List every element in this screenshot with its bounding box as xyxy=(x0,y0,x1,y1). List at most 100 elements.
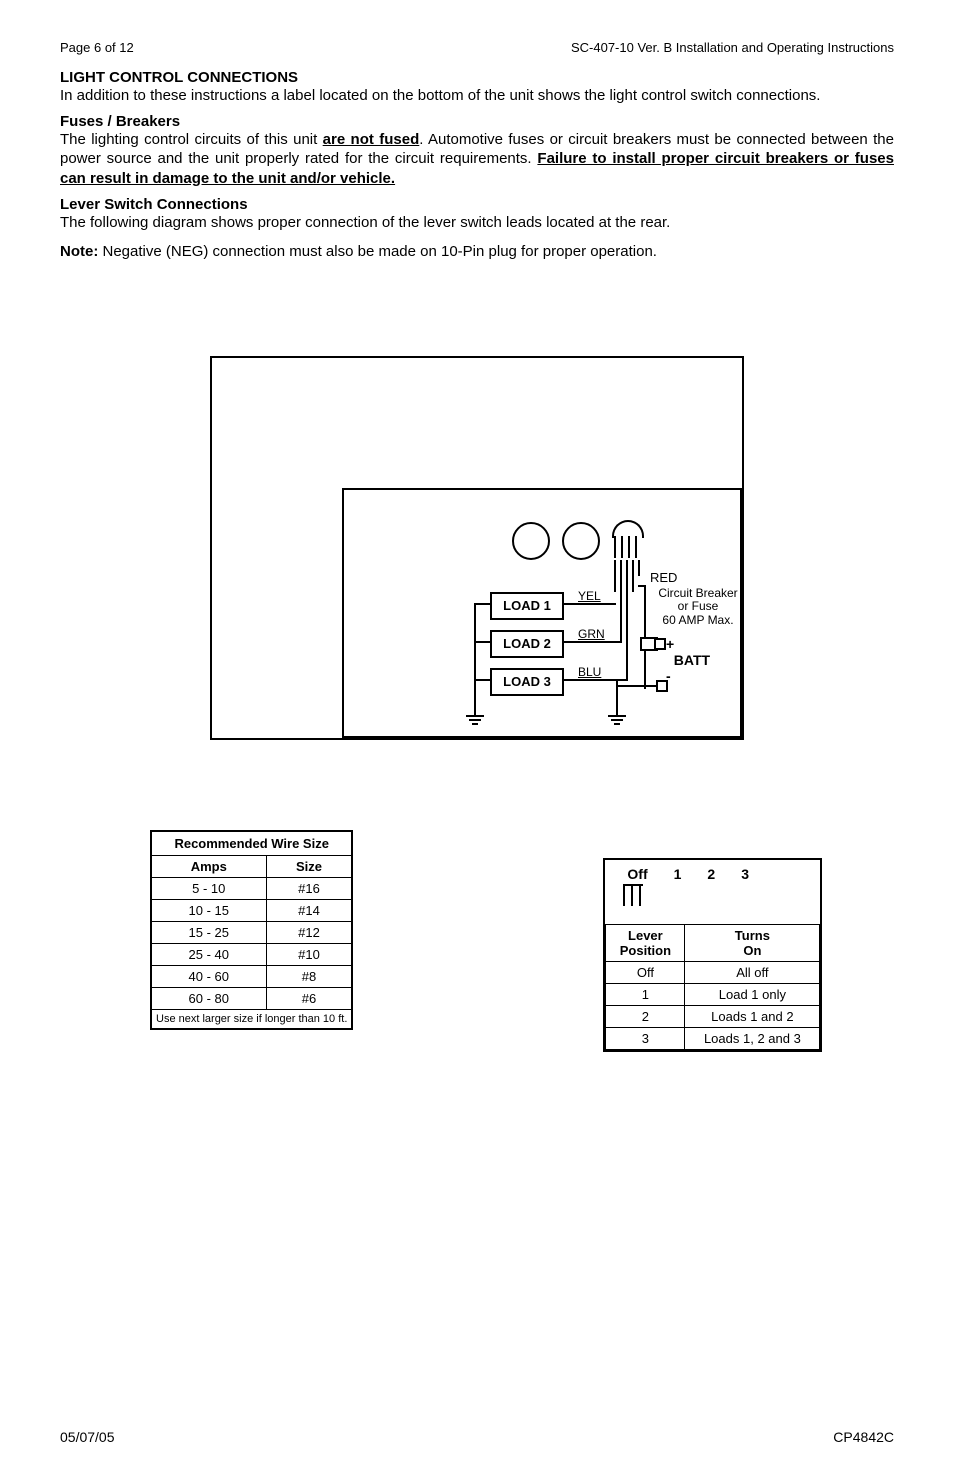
wire-icon xyxy=(474,603,476,703)
footer-right: CP4842C xyxy=(833,1429,894,1445)
para-note: Note: Negative (NEG) connection must als… xyxy=(60,242,894,261)
note-label: Note: xyxy=(60,243,98,260)
lever-position-block: Off 1 2 3 LeverPosition TurnsOn OffAll o… xyxy=(603,858,822,1052)
connector-icon xyxy=(612,520,642,560)
wire-icon xyxy=(626,560,628,608)
table-row: OffAll off xyxy=(606,962,820,984)
wire-icon xyxy=(616,679,618,703)
heading-light-control: LIGHT CONTROL CONNECTIONS xyxy=(60,69,894,86)
lever-table: LeverPosition TurnsOn OffAll off 1Load 1… xyxy=(605,924,820,1050)
fuses-text-a: The lighting control circuits of this un… xyxy=(60,131,323,148)
knob-icon xyxy=(562,522,600,560)
wire-icon xyxy=(474,603,490,605)
h2b: On xyxy=(743,943,761,958)
wire-icon xyxy=(616,685,660,687)
terminal-icon xyxy=(654,638,666,650)
heading-fuses: Fuses / Breakers xyxy=(60,113,894,130)
wire-col-size: Size xyxy=(266,856,352,878)
label-grn: GRN xyxy=(576,627,607,641)
table-row: 5 - 10#16 xyxy=(151,878,352,900)
wiring-diagram: RED Circuit Breaker or Fuse 60 AMP Max. … xyxy=(210,356,744,740)
cb-line3: 60 AMP Max. xyxy=(662,613,733,627)
cell: #16 xyxy=(266,878,352,900)
lever-scale-header: Off 1 2 3 xyxy=(605,860,820,924)
table-row: 10 - 15#14 xyxy=(151,900,352,922)
header-left: Page 6 of 12 xyxy=(60,40,134,55)
table-row: 40 - 60#8 xyxy=(151,966,352,988)
cell: All off xyxy=(685,962,820,984)
table-row: 2Loads 1 and 2 xyxy=(606,1006,820,1028)
table-row: 1Load 1 only xyxy=(606,984,820,1006)
table-row: 25 - 40#10 xyxy=(151,944,352,966)
label-blu: BLU xyxy=(576,665,603,679)
label-yel: YEL xyxy=(576,589,603,603)
wire-icon xyxy=(562,603,616,605)
batt-label: + BATT - xyxy=(666,636,710,684)
wire-icon xyxy=(620,560,622,608)
wire-icon xyxy=(562,641,622,643)
wire-table-title: Recommended Wire Size xyxy=(151,831,352,856)
wire-icon xyxy=(562,679,628,681)
table-row: 3Loads 1, 2 and 3 xyxy=(606,1028,820,1050)
lever-switch-icon xyxy=(623,884,643,912)
cell: 5 - 10 xyxy=(151,878,266,900)
cell: 3 xyxy=(606,1028,685,1050)
cell: #10 xyxy=(266,944,352,966)
wire-icon xyxy=(632,560,634,592)
cell: Off xyxy=(606,962,685,984)
note-body: Negative (NEG) connection must also be m… xyxy=(98,243,657,260)
wire-icon xyxy=(614,560,616,592)
cell: #14 xyxy=(266,900,352,922)
lever-col-turns: TurnsOn xyxy=(685,925,820,962)
page-footer: 05/07/05 CP4842C xyxy=(60,1429,894,1445)
wire-icon xyxy=(626,603,628,681)
wire-icon xyxy=(638,560,640,576)
cell: 40 - 60 xyxy=(151,966,266,988)
knob-icon xyxy=(512,522,550,560)
h1b: Position xyxy=(620,943,671,958)
table-row: 60 - 80#6 xyxy=(151,988,352,1010)
scale-3: 3 xyxy=(741,866,749,882)
header-right: SC-407-10 Ver. B Installation and Operat… xyxy=(571,40,894,55)
cell: 15 - 25 xyxy=(151,922,266,944)
wire-icon xyxy=(474,679,490,681)
para-fuses: The lighting control circuits of this un… xyxy=(60,130,894,188)
cb-line2: or Fuse xyxy=(678,599,719,613)
cell: Load 1 only xyxy=(685,984,820,1006)
terminal-icon xyxy=(656,680,668,692)
h2a: Turns xyxy=(735,928,770,943)
cell: #6 xyxy=(266,988,352,1010)
cell: 10 - 15 xyxy=(151,900,266,922)
label-red: RED xyxy=(650,570,677,585)
scale-2: 2 xyxy=(707,866,715,882)
para-lever: The following diagram shows proper conne… xyxy=(60,213,894,232)
cell: #8 xyxy=(266,966,352,988)
wire-icon xyxy=(644,649,646,689)
cb-line1: Circuit Breaker xyxy=(658,586,737,600)
circuit-breaker-label: Circuit Breaker or Fuse 60 AMP Max. xyxy=(644,587,752,627)
cell: Loads 1 and 2 xyxy=(685,1006,820,1028)
cell: 1 xyxy=(606,984,685,1006)
footer-left: 05/07/05 xyxy=(60,1429,115,1445)
batt-text: BATT xyxy=(674,652,710,668)
wire-icon xyxy=(620,603,622,643)
cell: 2 xyxy=(606,1006,685,1028)
table-row: 15 - 25#12 xyxy=(151,922,352,944)
scale-1: 1 xyxy=(674,866,682,882)
cell: 25 - 40 xyxy=(151,944,266,966)
scale-off: Off xyxy=(627,866,647,882)
wire-table-footnote: Use next larger size if longer than 10 f… xyxy=(151,1010,352,1030)
h1a: Lever xyxy=(628,928,663,943)
load2-box: LOAD 2 xyxy=(490,630,564,658)
load1-box: LOAD 1 xyxy=(490,592,564,620)
wire-col-amps: Amps xyxy=(151,856,266,878)
batt-plus: + xyxy=(666,636,674,652)
tables-row: Recommended Wire Size Amps Size 5 - 10#1… xyxy=(60,830,894,1052)
load3-box: LOAD 3 xyxy=(490,668,564,696)
page: Page 6 of 12 SC-407-10 Ver. B Installati… xyxy=(0,0,954,1475)
unit-enclosure: RED Circuit Breaker or Fuse 60 AMP Max. … xyxy=(342,488,742,738)
wire-icon xyxy=(474,641,490,643)
fuses-text-b: are not fused xyxy=(323,131,420,148)
cell: #12 xyxy=(266,922,352,944)
heading-lever: Lever Switch Connections xyxy=(60,196,894,213)
